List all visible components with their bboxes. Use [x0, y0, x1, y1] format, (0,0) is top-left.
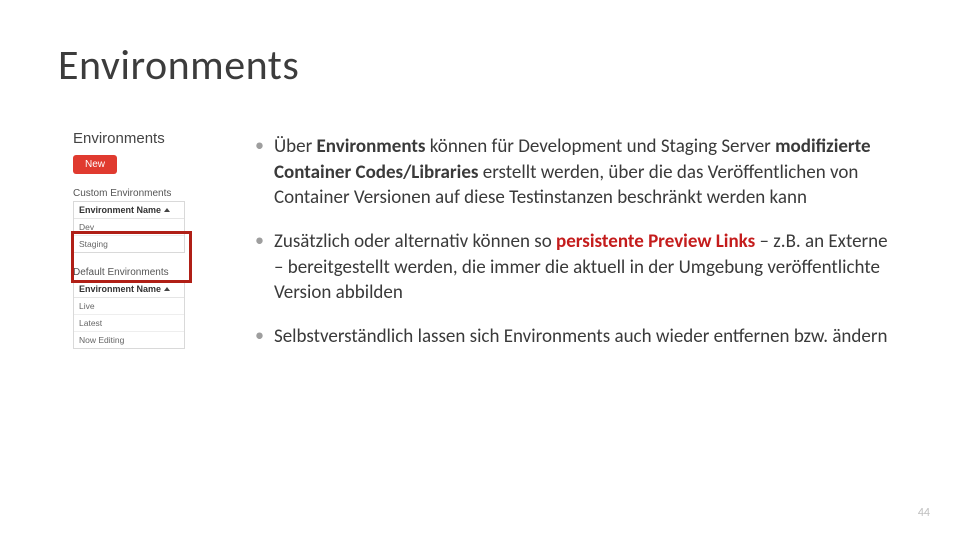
table-header[interactable]: Environment Name [74, 202, 184, 219]
table-header[interactable]: Environment Name [74, 281, 184, 298]
slide: Environments Environments New Custom Env… [0, 0, 960, 540]
text-span: können für Development und Staging Serve… [426, 135, 776, 158]
col-header-label: Environment Name [79, 205, 161, 215]
new-button[interactable]: New [73, 155, 117, 174]
col-header-label: Environment Name [79, 284, 161, 294]
bullet-text: Selbstverständlich lassen sich Environme… [274, 324, 895, 350]
default-env-heading: Default Environments [73, 267, 209, 278]
bullet-dot-icon: • [255, 324, 264, 350]
bullet-2: • Zusätzlich oder alternativ können so p… [255, 229, 895, 306]
text-span: Zusätzlich oder alternativ können so [274, 230, 556, 253]
bullet-dot-icon: • [255, 134, 264, 211]
bullet-1: • Über Environments können für Developme… [255, 134, 895, 211]
sort-caret-icon [164, 208, 170, 212]
text-span: Über [274, 135, 317, 158]
table-row[interactable]: Now Editing [74, 332, 184, 348]
custom-env-table: Environment Name Dev Staging [73, 201, 185, 253]
page-number: 44 [918, 506, 930, 520]
sidebar-heading: Environments [73, 130, 209, 147]
slide-title: Environments [58, 40, 299, 91]
table-row[interactable]: Staging [74, 236, 184, 252]
bullet-text: Über Environments können für Development… [274, 134, 895, 211]
bullet-text: Zusätzlich oder alternativ können so per… [274, 229, 895, 306]
table-row[interactable]: Live [74, 298, 184, 315]
table-row[interactable]: Dev [74, 219, 184, 236]
content-area: • Über Environments können für Developme… [255, 134, 895, 367]
bullet-3: • Selbstverständlich lassen sich Environ… [255, 324, 895, 350]
emphasis: Environments [317, 135, 426, 158]
sort-caret-icon [164, 287, 170, 291]
table-row[interactable]: Latest [74, 315, 184, 332]
default-env-table: Environment Name Live Latest Now Editing [73, 280, 185, 349]
bullet-dot-icon: • [255, 229, 264, 306]
emphasis-red: persistente Preview Links [556, 230, 755, 253]
sidebar-screenshot: Environments New Custom Environments Env… [73, 130, 209, 349]
custom-env-heading: Custom Environments [73, 188, 209, 199]
